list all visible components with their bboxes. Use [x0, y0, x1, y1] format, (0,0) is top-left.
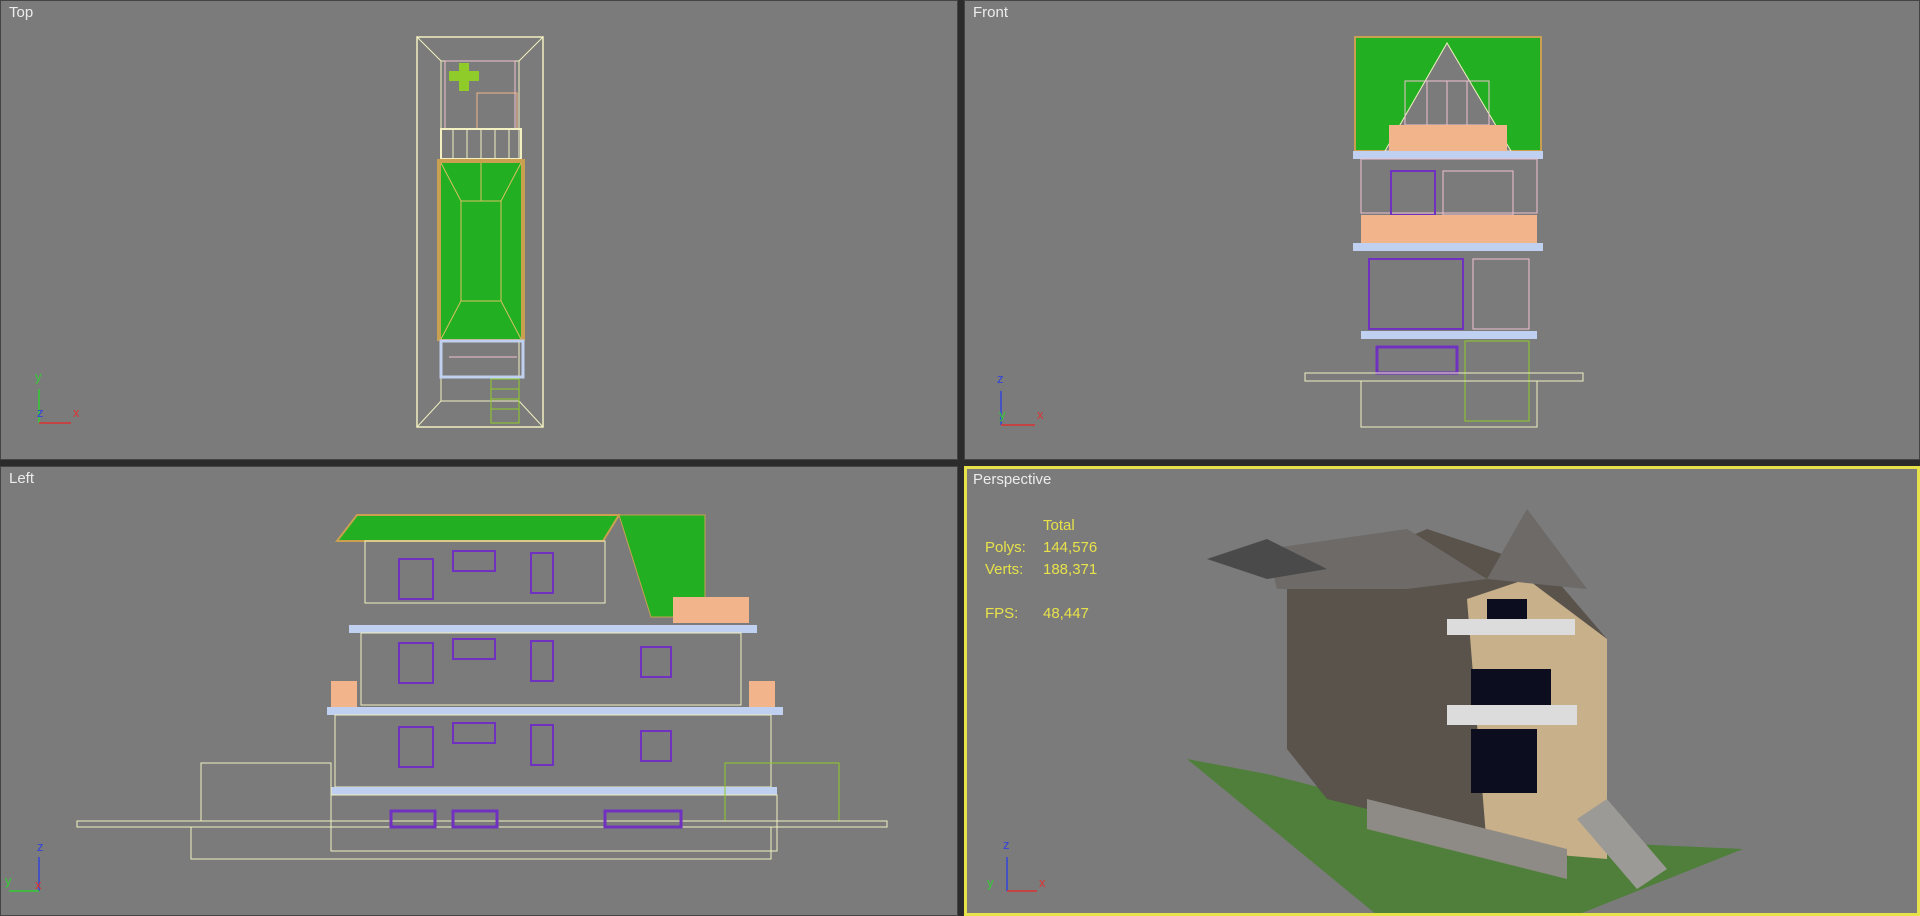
axis-label-x: x — [73, 405, 80, 420]
axis-label-z: z — [37, 839, 44, 854]
viewport-left[interactable]: Left z y x — [0, 466, 958, 916]
axis-label-z: z — [1003, 837, 1010, 852]
axis-label-x: x — [35, 877, 42, 892]
axis-label-y: y — [987, 875, 994, 890]
axis-label-y: y — [999, 407, 1006, 422]
left-view-wireframe — [9, 514, 888, 892]
viewport-top[interactable]: Top y z x — [0, 0, 958, 460]
viewport-front[interactable]: Front z y x — [964, 0, 1920, 460]
axis-label-z: z — [37, 405, 44, 420]
front-view-wireframe — [1000, 36, 1584, 428]
axis-label-x: x — [1037, 407, 1044, 422]
axis-label-y: y — [35, 369, 42, 384]
viewport-perspective[interactable]: Perspective Total Polys: 144,576 Verts: … — [964, 466, 1920, 916]
perspective-house-render — [1006, 509, 1743, 913]
top-view-wireframe — [38, 36, 544, 428]
axis-label-z: z — [997, 371, 1004, 386]
axis-label-x: x — [1039, 875, 1046, 890]
axis-label-y: y — [5, 873, 12, 888]
